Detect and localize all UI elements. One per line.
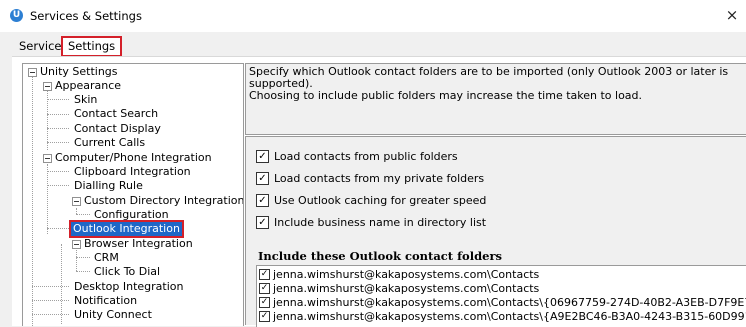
collapse-icon[interactable] (72, 197, 81, 206)
tree-item-outlook-integration[interactable]: Outlook Integration (69, 220, 184, 238)
tree-item-skin[interactable]: Skin (74, 93, 97, 107)
tree-item-current-calls[interactable]: Current Calls (74, 136, 145, 150)
options-panel: ✓ Load contacts from public folders ✓ Lo… (245, 136, 746, 327)
tree-item-contact-search[interactable]: Contact Search (74, 107, 158, 121)
folders-heading: Include these Outlook contact folders (258, 249, 502, 263)
tab-strip: Services Settings (0, 32, 746, 57)
collapse-icon[interactable] (28, 68, 37, 77)
title-bar: U Services & Settings × (0, 0, 746, 32)
folder-label: jenna.wimshurst@kakaposystems.com\Contac… (273, 282, 540, 295)
checkbox[interactable]: ✓ (256, 216, 269, 229)
tree-item-unity-connect[interactable]: Unity Connect (74, 308, 152, 322)
checkbox[interactable]: ✓ (259, 269, 270, 280)
tree-item-unity-settings[interactable]: Unity Settings (40, 65, 118, 79)
tree-item-custom-directory-integration[interactable]: Custom Directory Integration (84, 194, 243, 208)
tree-item-dialling-rule[interactable]: Dialling Rule (74, 179, 143, 193)
checkbox[interactable]: ✓ (256, 194, 269, 207)
tree-item-appearance[interactable]: Appearance (55, 79, 121, 93)
collapse-icon[interactable] (72, 240, 81, 249)
tree-item-clipboard-integration[interactable]: Clipboard Integration (74, 165, 191, 179)
tree-item-crm[interactable]: CRM (94, 251, 119, 265)
description-text: Specify which Outlook contact folders ar… (249, 66, 744, 102)
tree-item-browser-integration[interactable]: Browser Integration (84, 237, 193, 251)
tab-settings[interactable]: Settings (61, 36, 123, 57)
collapse-icon[interactable] (43, 82, 52, 91)
tree-item-desktop-integration[interactable]: Desktop Integration (74, 280, 183, 294)
settings-tree[interactable]: Unity Settings Appearance Skin Contact S… (22, 63, 244, 326)
app-logo-icon: U (10, 9, 23, 22)
checkbox-label: Load contacts from public folders (274, 150, 458, 163)
folder-label: jenna.wimshurst@kakaposystems.com\Contac… (273, 310, 746, 323)
tree-item-configuration[interactable]: Configuration (94, 208, 169, 222)
checkbox[interactable]: ✓ (259, 297, 270, 308)
close-button[interactable]: × (724, 5, 740, 25)
tree-item-computer-phone-integration[interactable]: Computer/Phone Integration (55, 151, 212, 165)
checkbox-label: Use Outlook caching for greater speed (274, 194, 487, 207)
folder-label: jenna.wimshurst@kakaposystems.com\Contac… (273, 268, 540, 281)
tree-item-contact-display[interactable]: Contact Display (74, 122, 161, 136)
tree-item-notification[interactable]: Notification (74, 294, 137, 308)
collapse-icon[interactable] (43, 154, 52, 163)
checkbox[interactable]: ✓ (256, 172, 269, 185)
description-panel: Specify which Outlook contact folders ar… (245, 63, 746, 135)
checkbox-label: Include business name in directory list (274, 216, 487, 229)
checkbox-label: Load contacts from my private folders (274, 172, 485, 185)
description-line: Choosing to include public folders may i… (249, 89, 643, 102)
tree-item-click-to-dial[interactable]: Click To Dial (94, 265, 160, 279)
window-title: Services & Settings (30, 9, 142, 23)
folders-list[interactable]: ✓ jenna.wimshurst@kakaposystems.com\Cont… (256, 265, 746, 327)
folder-label: jenna.wimshurst@kakaposystems.com\Contac… (273, 296, 746, 309)
checkbox[interactable]: ✓ (259, 283, 270, 294)
description-line: Specify which Outlook contact folders ar… (249, 65, 729, 90)
checkbox[interactable]: ✓ (256, 150, 269, 163)
checkbox[interactable]: ✓ (259, 311, 270, 322)
